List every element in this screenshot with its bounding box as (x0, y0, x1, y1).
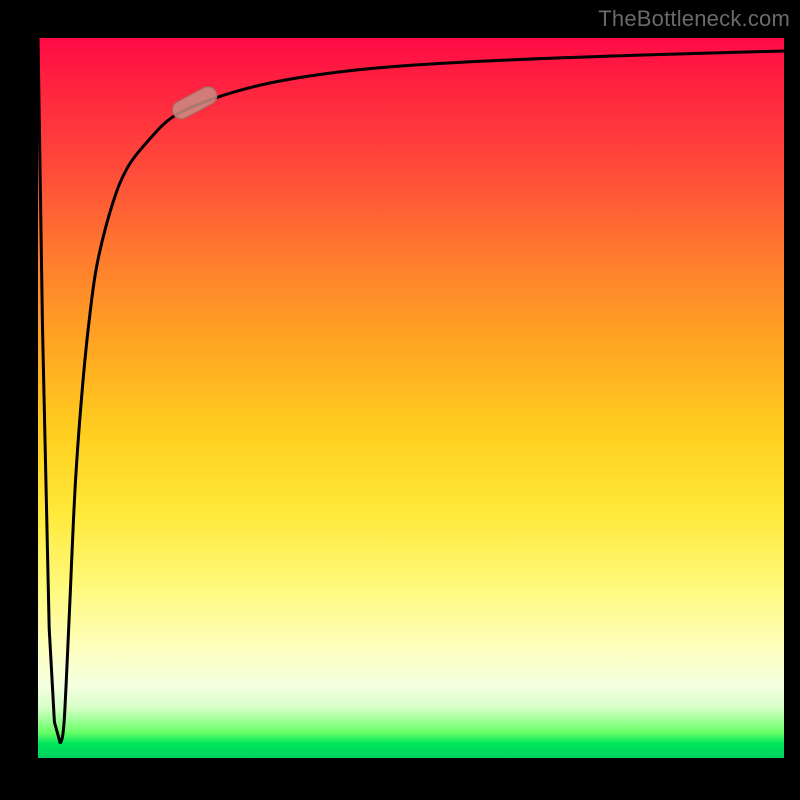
chart-frame: TheBottleneck.com (0, 0, 800, 800)
bottleneck-curve-descent (38, 38, 60, 744)
bottleneck-curve-ascent (60, 51, 784, 744)
chart-svg (38, 38, 784, 758)
watermark-text: TheBottleneck.com (598, 6, 790, 32)
curve-marker (169, 84, 220, 122)
